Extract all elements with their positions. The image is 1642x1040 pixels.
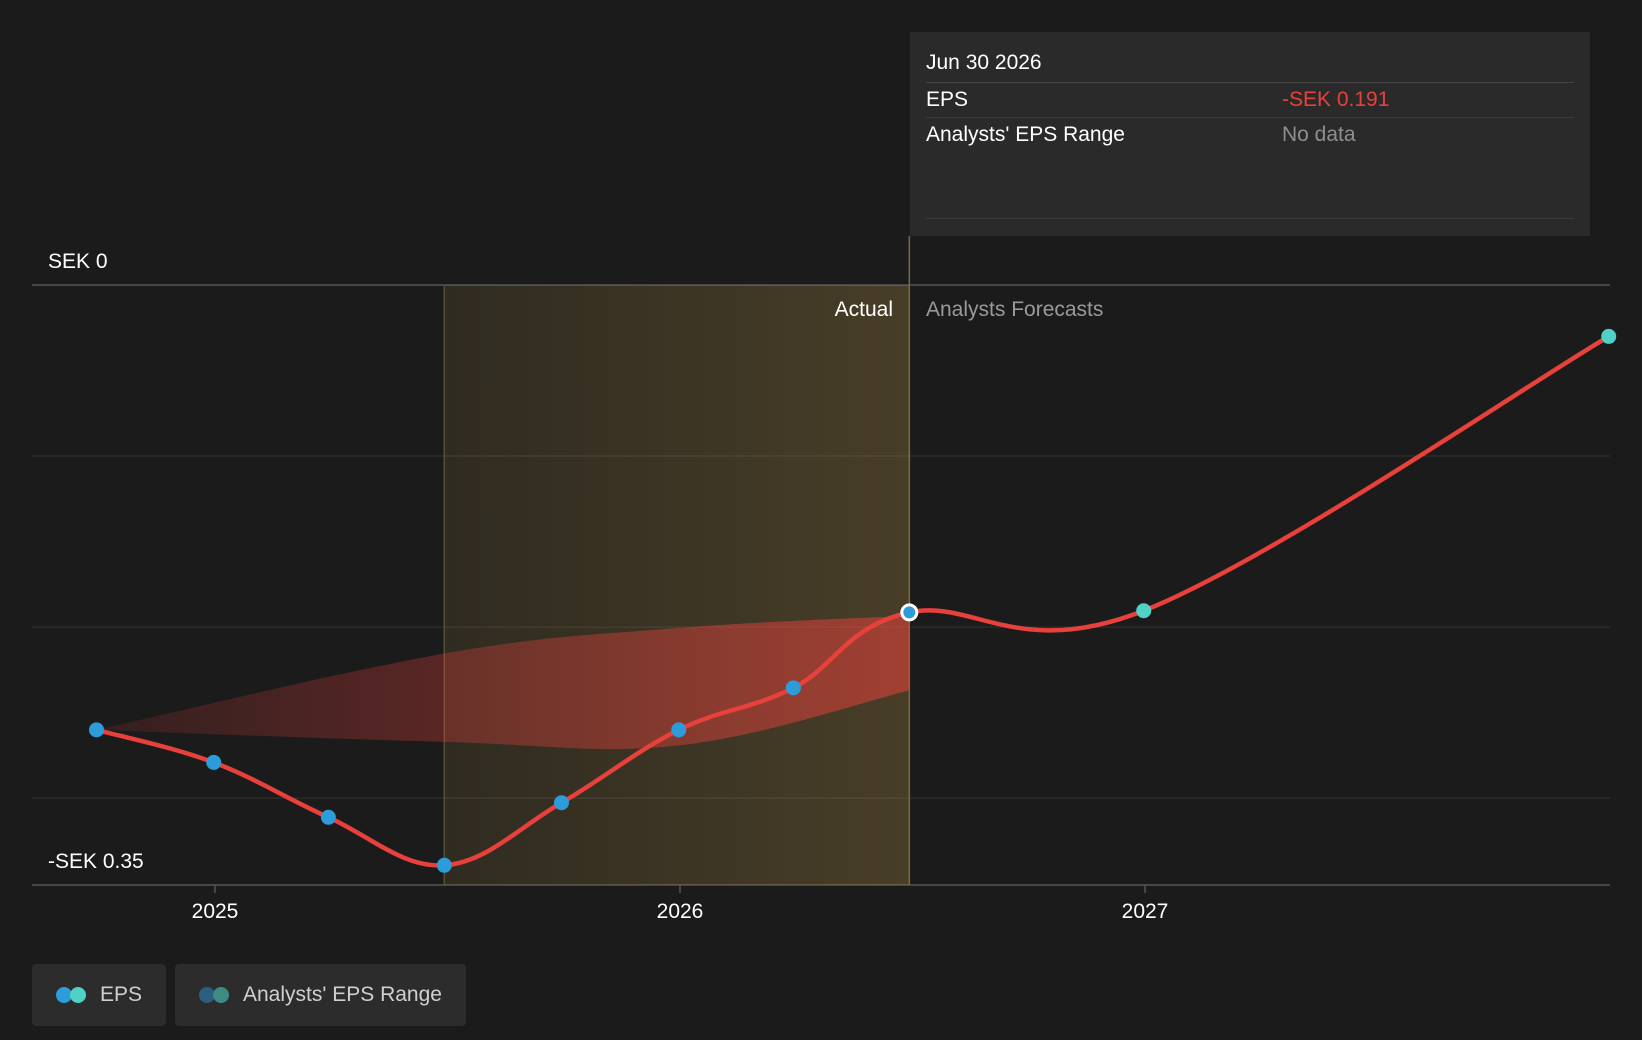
eps-point[interactable] bbox=[89, 722, 105, 738]
y-axis-bottom-label: -SEK 0.35 bbox=[48, 850, 144, 873]
legend-eps-button[interactable]: EPS bbox=[32, 964, 166, 1026]
eps-point[interactable] bbox=[671, 722, 687, 738]
x-tick-label: 2026 bbox=[657, 900, 704, 923]
legend-range-label: Analysts' EPS Range bbox=[243, 983, 442, 1006]
eps-point[interactable] bbox=[436, 857, 452, 873]
tooltip-row-range: Analysts' EPS Range No data bbox=[926, 118, 1574, 152]
legend-range-button[interactable]: Analysts' EPS Range bbox=[175, 964, 466, 1026]
x-tick-label: 2025 bbox=[192, 900, 239, 923]
actual-region-label: Actual bbox=[835, 298, 893, 321]
tooltip-range-value: No data bbox=[1282, 123, 1356, 146]
eps-point[interactable] bbox=[903, 606, 916, 619]
y-axis-top-label: SEK 0 bbox=[48, 250, 108, 273]
tooltip-eps-label: EPS bbox=[926, 88, 969, 111]
legend-eps-label: EPS bbox=[99, 983, 142, 1006]
eps-point[interactable] bbox=[320, 809, 336, 825]
eps-point[interactable] bbox=[785, 680, 801, 696]
eps-point[interactable] bbox=[1601, 328, 1617, 344]
eps-point[interactable] bbox=[206, 754, 222, 770]
eps-point[interactable] bbox=[554, 795, 570, 811]
range-legend-icon bbox=[199, 986, 231, 1004]
hover-tooltip: Jun 30 2026 EPS -SEK 0.191 Analysts' EPS… bbox=[910, 32, 1590, 236]
tooltip-date: Jun 30 2026 bbox=[926, 46, 1574, 83]
forecast-region-label: Analysts Forecasts bbox=[926, 298, 1103, 321]
actual-period-shading bbox=[444, 285, 910, 885]
x-tick-label: 2027 bbox=[1122, 900, 1169, 923]
tooltip-row-eps: EPS -SEK 0.191 bbox=[926, 83, 1574, 118]
tooltip-range-label: Analysts' EPS Range bbox=[926, 123, 1125, 146]
eps-point[interactable] bbox=[1136, 603, 1152, 619]
tooltip-divider bbox=[926, 218, 1574, 219]
eps-legend-icon bbox=[56, 986, 88, 1004]
tooltip-eps-value: -SEK 0.191 bbox=[1282, 88, 1390, 111]
